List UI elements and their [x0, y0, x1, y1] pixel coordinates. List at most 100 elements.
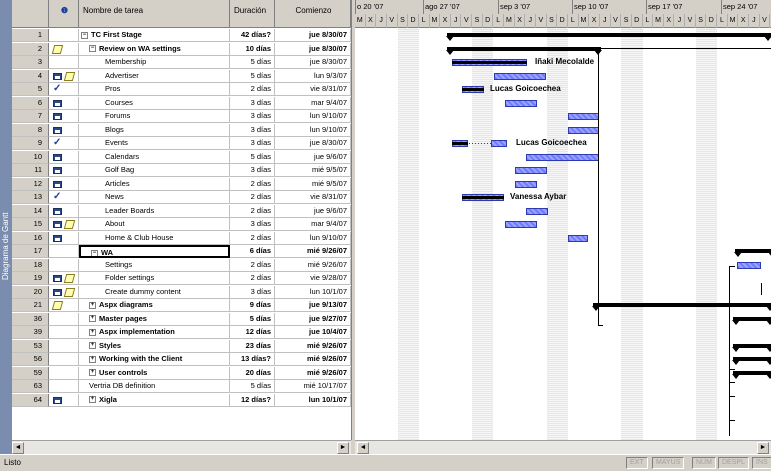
duration-cell[interactable]: 12 días?: [230, 393, 275, 407]
task-name-cell[interactable]: Forums: [79, 110, 230, 123]
calendar-icon[interactable]: [53, 113, 62, 120]
row-id[interactable]: 10: [12, 150, 49, 164]
start-cell[interactable]: jue 8/30/07: [275, 42, 351, 56]
row-id[interactable]: 56: [12, 353, 49, 366]
task-row[interactable]: 6 Courses 3 días mar 9/4/07: [12, 96, 351, 110]
summary-start-cap[interactable]: [732, 319, 740, 325]
task-row[interactable]: 36 + Master pages 5 días jue 9/27/07: [12, 312, 351, 326]
progress-bar[interactable]: [462, 88, 484, 91]
task-row[interactable]: 5 ✓ Pros 2 días vie 8/31/07: [12, 83, 351, 96]
row-id[interactable]: 4: [12, 69, 49, 83]
collapse-icon[interactable]: −: [81, 31, 88, 39]
task-row[interactable]: 12 Articles 2 días mié 9/5/07: [12, 177, 351, 191]
task-name-cell[interactable]: Leader Boards: [79, 204, 230, 218]
task-row[interactable]: 16 Home & Club House 2 días lun 9/10/07: [12, 231, 351, 245]
duration-cell[interactable]: 9 días: [230, 299, 275, 312]
calendar-icon[interactable]: [53, 126, 62, 134]
row-id[interactable]: 59: [12, 366, 49, 380]
row-id[interactable]: 53: [12, 339, 49, 353]
calendar-icon[interactable]: [53, 180, 62, 188]
expand-icon[interactable]: +: [89, 301, 96, 309]
summary-end-cap[interactable]: [766, 360, 771, 365]
row-id[interactable]: 39: [12, 326, 49, 339]
row-id[interactable]: 63: [12, 380, 49, 393]
calendar-icon[interactable]: [53, 167, 62, 174]
start-cell[interactable]: jue 8/30/07: [275, 56, 351, 69]
row-id[interactable]: 9: [12, 137, 49, 150]
table-horizontal-scrollbar[interactable]: ◄ ►: [12, 440, 351, 454]
calendar-icon[interactable]: [53, 207, 62, 215]
task-name-cell[interactable]: − Review on WA settings: [79, 42, 230, 56]
duration-cell[interactable]: 20 días: [230, 366, 275, 380]
calendar-icon[interactable]: [53, 275, 62, 282]
task-name-cell[interactable]: Blogs: [79, 123, 230, 137]
summary-start-cap[interactable]: [446, 36, 454, 41]
task-name-cell[interactable]: Vertria DB definition: [79, 380, 230, 393]
duration-cell[interactable]: 3 días: [230, 110, 275, 123]
task-bar[interactable]: [568, 126, 599, 134]
summary-start-cap[interactable]: [732, 360, 740, 365]
task-bar[interactable]: [737, 261, 761, 269]
expand-icon[interactable]: +: [89, 315, 96, 323]
calendar-icon[interactable]: [53, 72, 62, 80]
task-name-cell[interactable]: Calendars: [79, 150, 230, 164]
start-cell[interactable]: mié 9/26/07: [275, 339, 351, 353]
duration-cell[interactable]: 5 días: [230, 56, 275, 69]
task-row[interactable]: 59 + User controls 20 días mié 9/26/07: [12, 366, 351, 380]
start-cell[interactable]: lun 9/10/07: [275, 123, 351, 137]
start-cell[interactable]: mié 10/17/07: [275, 380, 351, 393]
task-row[interactable]: 14 Leader Boards 2 días jue 9/6/07: [12, 204, 351, 218]
scroll-right-button[interactable]: ►: [337, 442, 349, 454]
duration-header[interactable]: Duración: [230, 0, 275, 28]
row-id[interactable]: 21: [12, 299, 49, 312]
start-cell[interactable]: vie 9/28/07: [275, 272, 351, 285]
row-id[interactable]: 15: [12, 218, 49, 231]
task-row[interactable]: 17− WA 6 días mié 9/26/07: [12, 245, 351, 258]
note-icon[interactable]: [63, 220, 76, 229]
expand-icon[interactable]: +: [89, 396, 96, 404]
indicators-header[interactable]: ❶: [49, 0, 79, 28]
task-row[interactable]: 64 + Xigla 12 días? lun 10/1/07: [12, 393, 351, 407]
start-cell[interactable]: mié 9/26/07: [275, 353, 351, 366]
check-icon[interactable]: ✓: [53, 137, 61, 149]
start-cell[interactable]: lun 9/10/07: [275, 231, 351, 245]
header-corner[interactable]: [12, 0, 49, 28]
gantt-scroll-right-button[interactable]: ►: [757, 442, 769, 454]
task-name-cell[interactable]: + Xigla: [79, 393, 230, 407]
task-bar[interactable]: [491, 140, 507, 147]
note-icon[interactable]: [51, 301, 64, 310]
calendar-icon[interactable]: [53, 153, 62, 161]
row-id[interactable]: 64: [12, 393, 49, 407]
start-cell[interactable]: mar 9/4/07: [275, 96, 351, 110]
duration-cell[interactable]: 2 días: [230, 83, 275, 96]
row-id[interactable]: 3: [12, 56, 49, 69]
task-name-cell[interactable]: + User controls: [79, 366, 230, 380]
collapse-icon[interactable]: −: [89, 45, 96, 53]
start-cell[interactable]: mié 9/26/07: [275, 258, 351, 272]
start-cell[interactable]: mié 9/26/07: [275, 245, 351, 258]
duration-cell[interactable]: 3 días: [230, 285, 275, 299]
duration-cell[interactable]: 12 días: [230, 326, 275, 339]
start-cell[interactable]: mié 9/5/07: [275, 177, 351, 191]
task-row[interactable]: 2− Review on WA settings 10 días jue 8/30/0…: [12, 42, 351, 56]
duration-cell[interactable]: 2 días: [230, 231, 275, 245]
row-id[interactable]: 7: [12, 110, 49, 123]
progress-bar[interactable]: [452, 142, 468, 145]
scroll-left-button[interactable]: ◄: [12, 442, 24, 454]
expand-icon[interactable]: +: [89, 328, 96, 336]
task-name-cell[interactable]: Create dummy content: [79, 285, 230, 299]
task-row[interactable]: 4 Advertiser 5 días lun 9/3/07: [12, 69, 351, 83]
task-row[interactable]: 18 Settings 2 días mié 9/26/07: [12, 258, 351, 272]
task-row[interactable]: 9 ✓ Events 3 días jue 8/30/07: [12, 137, 351, 150]
task-name-cell[interactable]: + Styles: [79, 339, 230, 353]
row-id[interactable]: 13: [12, 191, 49, 204]
task-row[interactable]: 20 Create dummy content 3 días lun 10/1/07: [12, 285, 351, 299]
task-name-cell[interactable]: + Aspx diagrams: [79, 299, 230, 312]
task-name-cell[interactable]: + Working with the Client: [79, 353, 230, 366]
expand-icon[interactable]: +: [89, 342, 96, 350]
task-row[interactable]: 3 Membership 5 días jue 8/30/07: [12, 56, 351, 69]
task-name-cell[interactable]: Folder settings: [79, 272, 230, 285]
task-name-cell[interactable]: Membership: [79, 56, 230, 69]
task-name-cell[interactable]: News: [79, 191, 230, 204]
row-id[interactable]: 2: [12, 42, 49, 56]
